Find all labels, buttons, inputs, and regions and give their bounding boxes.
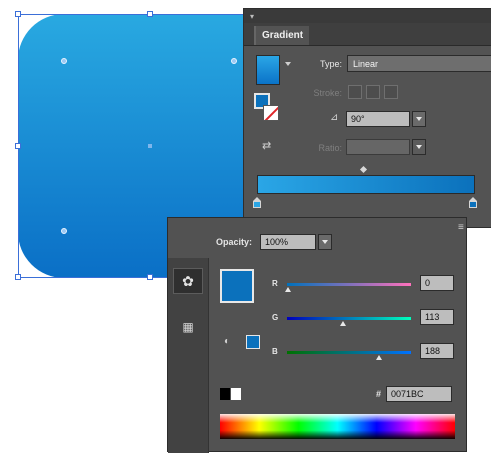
bounding-box-handle[interactable] xyxy=(15,274,21,280)
color-panel: ≡ ✿ ▦ Opacity: 100% ◐ R 0 G 113 B 188 # … xyxy=(167,217,467,453)
hex-prefix: # xyxy=(376,389,382,399)
hex-color-input[interactable]: 0071BC xyxy=(386,386,452,402)
gradient-type-select[interactable]: Linear xyxy=(347,55,491,72)
bounding-box-handle[interactable] xyxy=(147,274,153,280)
gradient-stop[interactable] xyxy=(253,197,262,209)
ratio-label: Ratio: xyxy=(318,143,342,153)
opacity-input[interactable]: 100% xyxy=(260,234,316,250)
fill-stroke-proxy[interactable] xyxy=(254,93,280,123)
corner-radius-widget[interactable] xyxy=(61,58,67,64)
red-channel-thumb[interactable] xyxy=(285,287,291,292)
panel-menu-icon[interactable]: ≡ xyxy=(458,222,464,233)
color-spectrum-picker[interactable] xyxy=(220,414,455,439)
bounding-box-bottom xyxy=(18,277,168,278)
opacity-dropdown-button[interactable] xyxy=(318,234,332,250)
angle-icon: ⊿ xyxy=(330,112,339,123)
stroke-none-swatch[interactable] xyxy=(263,105,279,121)
black-swatch[interactable] xyxy=(220,388,230,400)
grip-icon[interactable]: ▾ xyxy=(250,12,254,21)
green-channel-slider[interactable] xyxy=(287,317,411,320)
green-channel-thumb[interactable] xyxy=(340,321,346,326)
blue-channel-thumb[interactable] xyxy=(376,355,382,360)
bounding-box-handle[interactable] xyxy=(15,143,21,149)
gradient-midpoint[interactable] xyxy=(359,165,368,174)
gradient-panel: ▾ Gradient Type: Linear Stroke: ⊿ 90° ⇄ … xyxy=(243,8,491,228)
green-channel-input[interactable]: 113 xyxy=(420,309,454,325)
green-channel-label: G xyxy=(272,313,279,322)
ratio-input[interactable] xyxy=(346,139,410,155)
blue-channel-input[interactable]: 188 xyxy=(420,343,454,359)
bounding-box-top xyxy=(18,14,258,15)
white-swatch[interactable] xyxy=(231,388,241,400)
bounding-box-handle[interactable] xyxy=(15,11,21,17)
panel-sidebar: ✿ ▦ xyxy=(168,258,209,453)
stroke-label: Stroke: xyxy=(313,88,342,98)
swatches-icon[interactable]: ▦ xyxy=(173,314,203,340)
angle-input[interactable]: 90° xyxy=(346,111,410,127)
stroke-along-button[interactable] xyxy=(366,85,380,99)
red-channel-slider[interactable] xyxy=(287,283,411,286)
blue-channel-label: B xyxy=(272,347,278,356)
fill-color-swatch[interactable] xyxy=(220,269,254,303)
stroke-across-button[interactable] xyxy=(384,85,398,99)
gradient-thumbnail[interactable] xyxy=(256,55,280,85)
ratio-dropdown-button[interactable] xyxy=(412,139,426,155)
swap-fill-stroke-icon[interactable]: ◐ xyxy=(224,336,230,347)
gradient-slider[interactable] xyxy=(257,175,475,194)
stroke-within-button[interactable] xyxy=(348,85,362,99)
tab-gradient[interactable]: Gradient xyxy=(254,26,310,45)
corner-radius-widget[interactable] xyxy=(231,58,237,64)
shape-center-point xyxy=(148,144,152,148)
type-label: Type: xyxy=(319,59,342,69)
palette-icon[interactable]: ✿ xyxy=(173,268,203,294)
angle-dropdown-button[interactable] xyxy=(412,111,426,127)
red-channel-label: R xyxy=(272,279,278,288)
fill-color-indicator[interactable] xyxy=(246,335,260,349)
blue-channel-slider[interactable] xyxy=(287,351,411,354)
gradient-presets-arrow-icon[interactable] xyxy=(285,62,291,66)
panel-tab-bar: Gradient xyxy=(244,23,491,46)
reverse-gradient-icon[interactable]: ⇄ xyxy=(262,139,271,152)
bounding-box-handle[interactable] xyxy=(147,11,153,17)
red-channel-input[interactable]: 0 xyxy=(420,275,454,291)
opacity-label: Opacity: xyxy=(216,237,253,247)
gradient-stop[interactable] xyxy=(469,197,478,209)
panel-title-bar[interactable]: ▾ xyxy=(244,9,491,23)
corner-radius-widget[interactable] xyxy=(61,228,67,234)
